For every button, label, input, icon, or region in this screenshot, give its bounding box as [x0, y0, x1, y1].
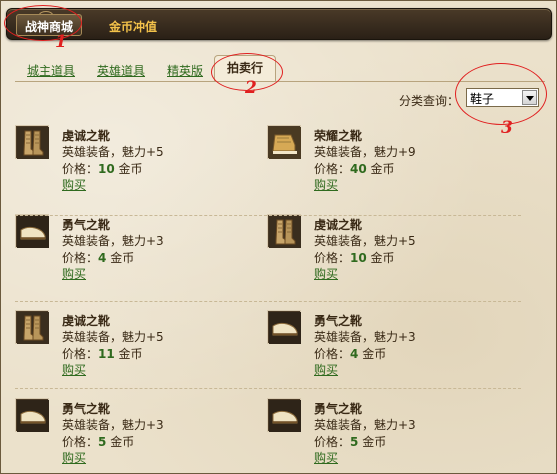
- boots-icon[interactable]: [268, 215, 301, 248]
- item-name: 虔诚之靴: [62, 314, 111, 328]
- item-price: 价格：11 金币: [62, 345, 143, 362]
- annotation-number-2: 2: [245, 78, 257, 98]
- list-item: 勇气之靴英雄装备，魅力+3 价格：5 金币 购买: [16, 399, 256, 469]
- price-label: 价格：: [314, 251, 351, 265]
- row-separator: [15, 301, 521, 302]
- price-unit: 金币: [106, 251, 135, 265]
- tab-hero-items[interactable]: 英雄道具: [97, 62, 145, 79]
- price-label: 价格：: [62, 435, 99, 449]
- price-unit: 金币: [366, 162, 395, 176]
- item-description: 英雄装备，魅力+3: [314, 418, 416, 432]
- annotation-circle-3: [455, 63, 547, 125]
- annotation-circle-1: [4, 5, 82, 41]
- tab-gold-recharge[interactable]: 金币冲值: [109, 18, 157, 35]
- price-unit: 金币: [106, 435, 135, 449]
- item-price: 价格：10 金币: [314, 249, 395, 266]
- price-label: 价格：: [62, 162, 99, 176]
- item-description: 英雄装备，魅力+3: [62, 418, 164, 432]
- price-unit: 金币: [114, 347, 143, 361]
- list-item: 荣耀之靴 英雄装备，魅力+9 价格：40 金币 购买: [268, 126, 508, 196]
- buy-link[interactable]: 购买: [314, 265, 338, 282]
- price-label: 价格：: [62, 251, 99, 265]
- buy-link[interactable]: 购买: [62, 176, 86, 193]
- shop-panel: 战神商城 金币冲值 1 城主道具 英雄道具 精英版 拍卖行 2 分类查询： 鞋子…: [0, 0, 557, 474]
- price-label: 价格：: [62, 347, 99, 361]
- price-unit: 金币: [358, 435, 387, 449]
- boots-icon[interactable]: [16, 311, 49, 344]
- buy-link[interactable]: 购买: [314, 361, 338, 378]
- price-label: 价格：: [314, 435, 351, 449]
- price-value: 11: [98, 347, 115, 361]
- list-item: 勇气之靴英雄装备，魅力+3 价格：4 金币 购买: [16, 215, 256, 285]
- list-item: 勇气之靴英雄装备，魅力+3 价格：5 金币 购买: [268, 399, 508, 469]
- sandal-icon[interactable]: [268, 126, 301, 159]
- filter-label: 分类查询：: [399, 94, 460, 108]
- shoe-icon[interactable]: [268, 311, 301, 344]
- row-separator: [15, 388, 521, 389]
- list-item: 虔诚之靴 英雄装备，魅力+5 价格：11 金币 购买: [16, 311, 256, 381]
- shoe-icon[interactable]: [268, 399, 301, 432]
- item-name: 勇气之靴: [314, 402, 363, 416]
- price-value: 40: [350, 162, 367, 176]
- price-unit: 金币: [366, 251, 395, 265]
- list-item: 虔诚之靴 英雄装备，魅力+5 价格：10 金币 购买: [268, 215, 508, 285]
- item-name: 荣耀之靴: [314, 129, 363, 143]
- list-item: 勇气之靴英雄装备，魅力+3 价格：4 金币 购买: [268, 311, 508, 381]
- item-name: 勇气之靴: [62, 402, 111, 416]
- annotation-number-1: 1: [55, 32, 67, 52]
- item-price: 价格：40 金币: [314, 160, 395, 177]
- list-item: 虔诚之靴 英雄装备，魅力+5 价格：10 金币 购买: [16, 126, 256, 196]
- buy-link[interactable]: 购买: [62, 449, 86, 466]
- price-label: 价格：: [314, 162, 351, 176]
- item-name: 勇气之靴: [62, 218, 111, 232]
- price-label: 价格：: [314, 347, 351, 361]
- item-description: 英雄装备，魅力+3: [314, 330, 416, 344]
- item-price: 价格：4 金币: [62, 249, 134, 266]
- item-price: 价格：4 金币: [314, 345, 386, 362]
- boots-icon[interactable]: [16, 126, 49, 159]
- buy-link[interactable]: 购买: [62, 361, 86, 378]
- price-unit: 金币: [358, 347, 387, 361]
- item-name: 勇气之靴: [314, 314, 363, 328]
- header-bar: 战神商城 金币冲值: [6, 8, 552, 40]
- tab-lord-items[interactable]: 城主道具: [27, 62, 75, 79]
- buy-link[interactable]: 购买: [62, 265, 86, 282]
- price-value: 10: [350, 251, 367, 265]
- shoe-icon[interactable]: [16, 399, 49, 432]
- item-description: 英雄装备，魅力+5: [314, 234, 416, 248]
- item-price: 价格：5 金币: [62, 433, 134, 450]
- price-unit: 金币: [114, 162, 143, 176]
- item-name: 虔诚之靴: [62, 129, 111, 143]
- buy-link[interactable]: 购买: [314, 449, 338, 466]
- item-name: 虔诚之靴: [314, 218, 363, 232]
- item-description: 英雄装备，魅力+3: [62, 234, 164, 248]
- item-description: 英雄装备，魅力+5: [62, 145, 164, 159]
- row-separator: [15, 215, 521, 216]
- buy-link[interactable]: 购买: [314, 176, 338, 193]
- price-value: 10: [98, 162, 115, 176]
- item-description: 英雄装备，魅力+9: [314, 145, 416, 159]
- shoe-icon[interactable]: [16, 215, 49, 248]
- item-price: 价格：10 金币: [62, 160, 143, 177]
- item-description: 英雄装备，魅力+5: [62, 330, 164, 344]
- tab-elite-edition[interactable]: 精英版: [167, 62, 203, 79]
- item-price: 价格：5 金币: [314, 433, 386, 450]
